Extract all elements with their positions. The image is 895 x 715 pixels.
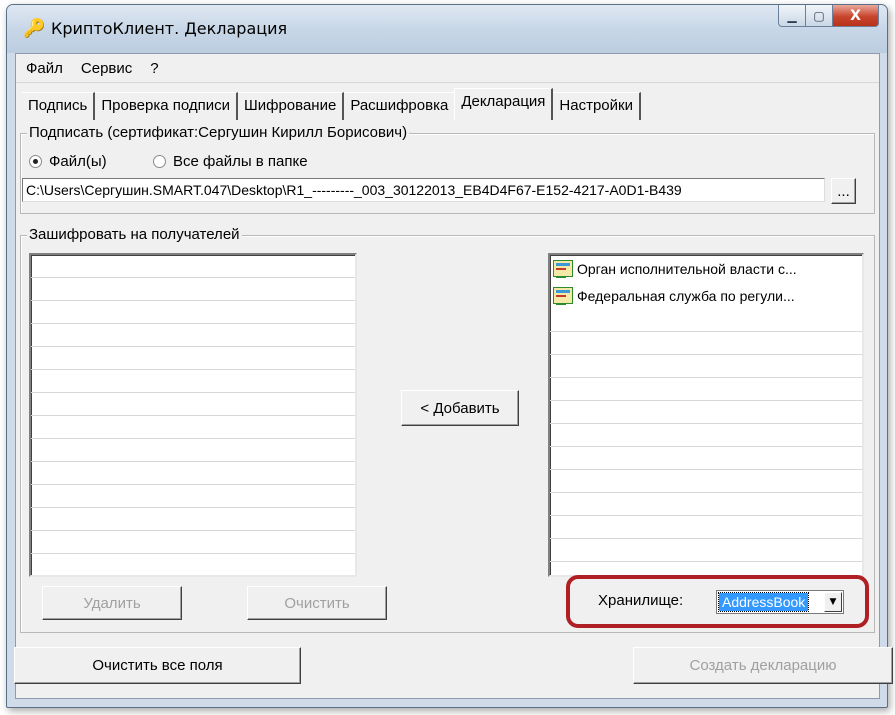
menu-bar: Файл Сервис ? [16,54,879,83]
menu-help[interactable]: ? [142,60,168,77]
maximize-button[interactable]: ▢ [806,5,833,27]
radio-folder[interactable]: Все файлы в папке [153,153,308,170]
radio-files-indicator [29,155,42,168]
app-key-icon: 🔑 [23,18,46,39]
tab-verify-signature[interactable]: Проверка подписи [95,92,238,120]
menu-file[interactable]: Файл [18,60,73,77]
list-item-label: Федеральная служба по регули... [577,287,795,304]
minimize-button[interactable]: ▁ [778,5,806,27]
close-icon: X [850,7,861,24]
list-item[interactable]: Федеральная служба по регули... [550,282,862,309]
radio-files[interactable]: Файл(ы) [29,153,107,170]
annotation-highlight-box [566,575,869,628]
certificate-icon [553,260,573,278]
sign-group-legend: Подписать (сертификат:Сергушин Кирилл Бо… [27,124,410,141]
tab-decryption[interactable]: Расшифровка [344,92,455,120]
create-declaration-button[interactable]: Создать декларацию [633,647,893,684]
menu-service[interactable]: Сервис [73,60,142,77]
delete-button[interactable]: Удалить [42,586,182,620]
radio-files-label: Файл(ы) [49,153,107,170]
list-item-label: Орган исполнительной власти с... [577,260,797,277]
clear-button[interactable]: Очистить [247,586,387,620]
file-path-input[interactable]: C:\Users\Сергушин.SMART.047\Desktop\R1_-… [22,178,825,202]
tab-encryption[interactable]: Шифрование [238,92,345,120]
minimize-icon: ▁ [787,8,797,23]
radio-folder-indicator [153,155,166,168]
browse-button[interactable]: ... [831,178,856,204]
tab-settings[interactable]: Настройки [553,92,641,120]
tab-strip: Подпись Проверка подписи Шифрование Расш… [22,88,641,120]
title-bar[interactable]: 🔑 КриптоКлиент. Декларация ▁ ▢ X [7,5,887,53]
selected-recipients-list[interactable] [29,253,357,577]
list-grid [550,309,862,575]
radio-folder-label: Все файлы в папке [173,153,308,170]
tab-declaration[interactable]: Декларация [454,88,554,120]
list-item[interactable]: Орган исполнительной власти с... [550,255,862,282]
add-button[interactable]: < Добавить [401,390,519,426]
list-grid [31,255,355,575]
available-recipients-list[interactable]: Орган исполнительной власти с... Федерал… [548,253,864,577]
caption-buttons: ▁ ▢ X [778,5,879,29]
window-title: КриптоКлиент. Декларация [51,19,288,38]
clear-all-fields-button[interactable]: Очистить все поля [14,647,301,684]
certificate-icon [553,287,573,305]
encrypt-group-legend: Зашифровать на получателей [27,226,242,243]
close-button[interactable]: X [833,5,879,27]
maximize-icon: ▢ [813,8,825,23]
tab-sign[interactable]: Подпись [22,92,96,120]
